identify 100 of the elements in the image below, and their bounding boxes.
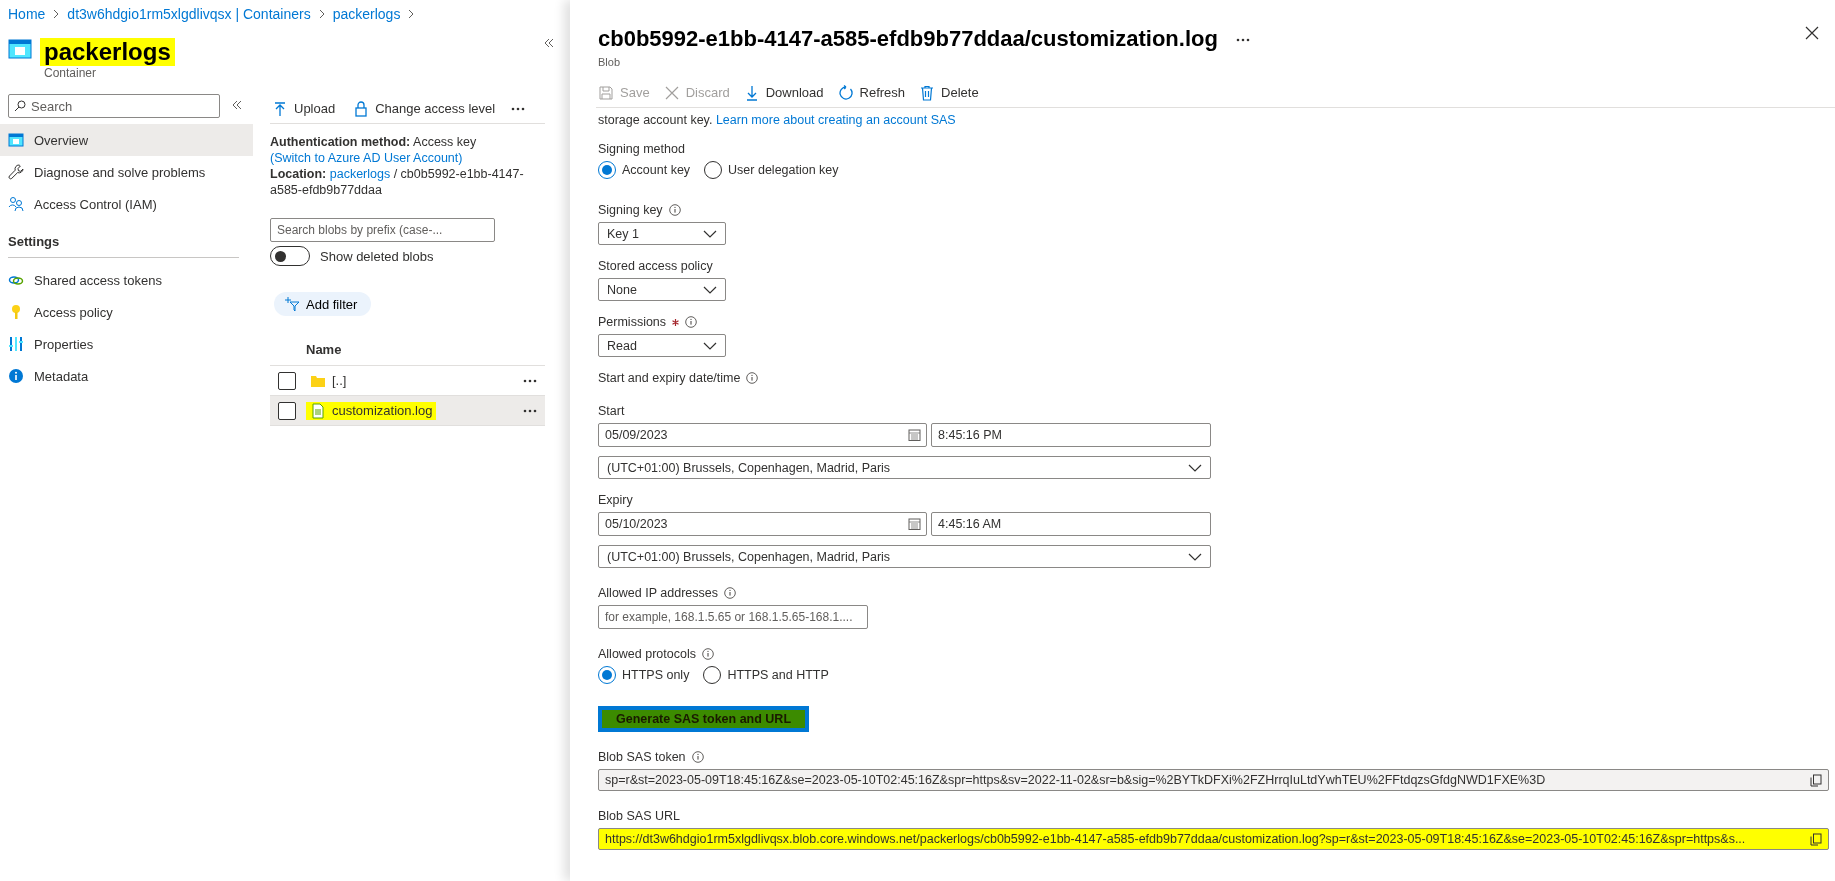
blade-subtitle: Blob <box>598 56 622 68</box>
chevron-right-icon <box>53 9 60 19</box>
field-label: Signing key <box>598 203 1829 217</box>
dropdown[interactable]: Key 1 <box>598 222 726 245</box>
learn-more-link[interactable]: Learn more about creating an account SAS <box>715 113 956 127</box>
people-icon <box>8 196 24 212</box>
file-icon <box>310 402 326 419</box>
ip-field[interactable]: for example, 168.1.5.65 or 168.1.5.65-168.1.... <box>598 605 868 629</box>
dropdown[interactable]: (UTC+01:00) Brussels, Copenhagen, Madrid, Paris <box>598 545 1211 568</box>
breadcrumb-link[interactable]: packerlogs <box>332 6 401 22</box>
section-heading: Settings <box>8 220 239 258</box>
container-icon <box>8 38 32 60</box>
window-icon <box>8 132 24 148</box>
nav-item[interactable]: Diagnose and solve problems <box>0 156 253 188</box>
copy-icon <box>1810 773 1822 787</box>
blade-title: cb0b5992-e1bb-4147-a585-efdb9b77ddaa/customization.log <box>598 26 1218 52</box>
switch-link[interactable]: (Switch to Azure AD User Account) <box>270 151 463 165</box>
field-label: Blob SAS token <box>598 750 1829 764</box>
chevron-down-icon <box>703 341 717 350</box>
date-field[interactable]: 05/10/2023 <box>598 512 927 536</box>
chevron-right-icon <box>318 9 325 19</box>
auth-info: Authentication method: Access key (Switch to Azure AD User Account) <box>270 134 478 166</box>
search-field[interactable]: Search <box>8 94 220 118</box>
nav-item[interactable]: Properties <box>0 328 253 360</box>
lock-icon <box>353 100 370 117</box>
field-label: Allowed IP addresses <box>598 586 1829 600</box>
generate-button[interactable]: Generate SAS token and URL <box>598 706 810 732</box>
info-icon <box>668 204 681 216</box>
nav-item[interactable]: Overview <box>0 124 253 156</box>
close-button[interactable] <box>1805 26 1819 40</box>
add-filter-button[interactable]: Add filter <box>274 292 372 316</box>
chevron-down-icon <box>1188 463 1202 472</box>
more-icon <box>523 408 537 413</box>
info-icon <box>691 751 704 763</box>
chevron-down-icon <box>703 229 717 238</box>
toolbar-button[interactable]: Upload <box>270 100 338 117</box>
column-header: Name <box>270 316 545 366</box>
toggle-label: Show deleted blobs <box>320 248 434 264</box>
radio-option[interactable]: Account key <box>598 161 691 179</box>
radio-option[interactable]: User delegation key <box>704 161 839 179</box>
calendar-icon <box>908 517 921 531</box>
field-label: Allowed protocols <box>598 647 1829 661</box>
upload-icon <box>272 100 288 117</box>
wrench-icon <box>8 164 24 180</box>
chevron-right-icon <box>408 9 415 19</box>
dropdown[interactable]: None <box>598 278 726 301</box>
blob-row[interactable]: customization.log <box>270 396 545 426</box>
radio-option[interactable]: HTTPS only <box>598 666 690 684</box>
info-icon <box>746 372 759 384</box>
nav-item[interactable]: Access Control (IAM) <box>0 188 253 220</box>
collapse-icon <box>232 100 242 110</box>
radio-option[interactable]: HTTPS and HTTP <box>703 666 829 684</box>
toolbar-button[interactable]: Refresh <box>835 84 908 101</box>
close-icon <box>1805 26 1819 40</box>
info-icon <box>701 648 714 660</box>
trash-icon <box>919 84 936 101</box>
date-field[interactable]: 05/09/2023 <box>598 423 927 447</box>
field-label: Permissions <box>598 315 1829 329</box>
page-title: packerlogs <box>40 38 175 66</box>
time-field[interactable]: 4:45:16 AM <box>931 512 1211 536</box>
location-link[interactable]: packerlogs <box>329 167 391 181</box>
nav-item[interactable]: Shared access tokens <box>0 264 253 296</box>
more-icon <box>511 106 526 111</box>
field-label: Blob SAS URL <box>598 809 681 823</box>
info-icon <box>8 368 24 384</box>
location-info: Location: packerlogs / cb0b5992-e1bb-4147-a585-efdb9b77ddaa <box>270 166 525 198</box>
close-icon <box>663 84 680 101</box>
blob-name[interactable]: customization.log <box>306 401 437 420</box>
field-label: Signing method <box>598 142 686 156</box>
save-icon <box>598 84 614 101</box>
toolbar-button[interactable]: Download <box>741 84 826 101</box>
info-icon <box>685 316 698 328</box>
chevron-down-icon <box>703 285 717 294</box>
search-field[interactable]: Search blobs by prefix (case-... <box>270 218 495 242</box>
nav-item[interactable]: Metadata <box>0 360 253 392</box>
field-label: Start and expiry date/time <box>598 371 1829 385</box>
chevron-down-icon <box>1188 552 1202 561</box>
token-field[interactable]: sp=r&st=2023-05-09T18:45:16Z&se=2023-05-10T02:45:16Z&spr=https&sv=2022-11-02&sr=b&sig=%2BYTkDFXi%2FZHrrqIuLtdYwhTEU%2FFtdqzsGfdgNWD1FXE%3D <box>598 769 1829 791</box>
dropdown[interactable]: Read <box>598 334 726 357</box>
time-field[interactable]: 8:45:16 PM <box>931 423 1211 447</box>
breadcrumb-link[interactable]: dt3w6hdgio1rm5xlgdlivqsx | Containers <box>67 6 311 22</box>
breadcrumb-link[interactable]: Home <box>8 6 46 22</box>
nav-item[interactable]: Access policy <box>0 296 253 328</box>
more-icon <box>523 378 537 383</box>
field-label: Start <box>598 404 626 418</box>
toolbar-button[interactable]: Change access level <box>351 100 498 117</box>
copy-icon <box>1810 832 1822 846</box>
info-icon <box>724 587 736 599</box>
dropdown[interactable]: (UTC+01:00) Brussels, Copenhagen, Madrid, Paris <box>598 456 1211 479</box>
blob-name[interactable]: [..] <box>306 371 351 390</box>
checkbox[interactable] <box>278 371 296 390</box>
url-field[interactable]: https://dt3w6hdgio1rm5xlgdlivqsx.blob.core.windows.net/packerlogs/cb0b5992-e1bb-4147-a585-efdb9b77ddaa/customization.log?sp=r&st=2023-05-09T18:45:16Z&se=2023-05-10T02:45:16Z&spr=https&s... <box>598 828 1829 850</box>
properties-icon <box>8 336 24 352</box>
field-label: Stored access policy <box>598 259 714 273</box>
filter-icon <box>284 296 300 312</box>
checkbox[interactable] <box>278 401 296 420</box>
intro-text: storage account key. Learn more about creating an account SAS <box>598 112 957 128</box>
search-icon <box>14 100 26 112</box>
toolbar-button[interactable]: Delete <box>917 84 981 101</box>
toggle-switch[interactable] <box>270 246 310 266</box>
